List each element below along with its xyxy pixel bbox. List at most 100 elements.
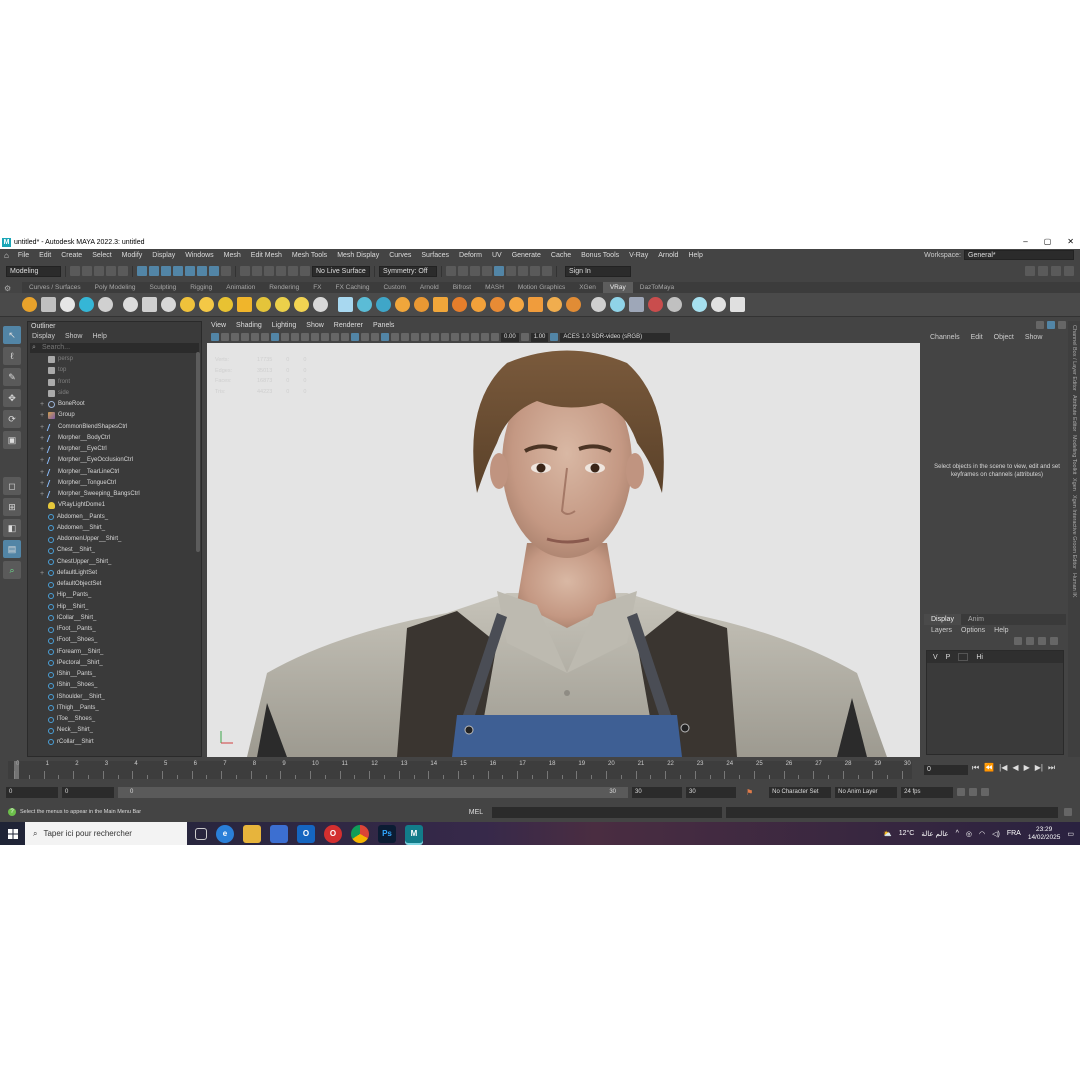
menu-mesh-display[interactable]: Mesh Display [332, 252, 384, 259]
menu-cache[interactable]: Cache [546, 252, 576, 259]
layer-tab-display[interactable]: Display [924, 614, 961, 625]
textured-icon[interactable] [381, 333, 389, 341]
chrome-icon[interactable] [351, 824, 369, 843]
workspace-dropdown[interactable]: General* [964, 250, 1074, 260]
network-icon[interactable]: ◎ [966, 830, 972, 838]
move-tool-icon[interactable]: ✥ [3, 389, 21, 407]
shelf-tool-icon[interactable] [41, 297, 56, 312]
default-material-icon[interactable] [361, 333, 369, 341]
xray-active-icon[interactable] [471, 333, 479, 341]
outliner-item[interactable]: + Morpher__TearLineCtrl [28, 467, 201, 478]
outliner-item[interactable]: lShin__Pants_ [28, 669, 201, 680]
motion-blur-icon[interactable] [421, 333, 429, 341]
shelf-tool-icon[interactable] [414, 297, 429, 312]
color-management-icon[interactable] [550, 333, 559, 341]
playback-start-field[interactable]: 0 [62, 786, 114, 798]
undo-icon[interactable] [106, 266, 116, 276]
safe-title-icon[interactable] [331, 333, 339, 341]
outliner-item[interactable]: Chest__Shirt_ [28, 545, 201, 556]
viewport-menu-show[interactable]: Show [306, 321, 324, 331]
outliner-item[interactable]: Hip__Shirt_ [28, 602, 201, 613]
history-icon[interactable] [446, 266, 456, 276]
save-scene-icon[interactable] [94, 266, 104, 276]
anim-layer-dropdown[interactable]: No Anim Layer [835, 786, 898, 798]
shelf-tool-icon[interactable] [256, 297, 271, 312]
language-indicator[interactable]: FRA [1007, 830, 1021, 837]
resolution-gate-icon[interactable] [291, 333, 299, 341]
sign-in-dropdown[interactable]: Sign In [565, 265, 631, 277]
outliner-item[interactable]: AbdomenUpper__Shirt_ [28, 534, 201, 545]
shelf-tab-custom[interactable]: Custom [376, 282, 412, 293]
snap-curve-icon[interactable] [252, 266, 262, 276]
outliner-item[interactable]: + BoneRoot [28, 399, 201, 410]
task-view-icon[interactable] [195, 827, 207, 840]
select-object-icon[interactable] [149, 266, 159, 276]
shelf-tool-icon[interactable] [395, 297, 410, 312]
menu-set-dropdown[interactable]: Modeling [6, 265, 61, 277]
toggle-channel-box-icon[interactable] [1064, 266, 1074, 276]
outliner-menu-help[interactable]: Help [92, 332, 106, 342]
outliner-item[interactable]: lShin__Shoes_ [28, 680, 201, 691]
step-back-key-icon[interactable]: ⏪ [984, 763, 994, 773]
shelf-tab-xgen[interactable]: XGen [572, 282, 603, 293]
wifi-icon[interactable]: ◠ [979, 830, 985, 838]
playback-end-field[interactable]: 30 [632, 786, 682, 798]
gamma-field[interactable]: 1.00 [530, 332, 549, 342]
outliner-item[interactable]: top [28, 365, 201, 376]
weather-temp[interactable]: 12°C [899, 830, 915, 837]
menu-bonus-tools[interactable]: Bonus Tools [576, 252, 624, 259]
shelf-tab-daztomaya[interactable]: DazToMaya [633, 282, 681, 293]
search-icon[interactable]: ⌕ [3, 561, 21, 579]
outliner-item[interactable]: + Morpher_Sweeping_BangsCtrl [28, 489, 201, 500]
toggle-tool-settings-icon[interactable] [1051, 266, 1061, 276]
outliner-item[interactable]: lFoot__Shoes_ [28, 635, 201, 646]
shelf-tool-icon[interactable] [528, 297, 543, 312]
new-scene-icon[interactable] [70, 266, 80, 276]
layer-menu-options[interactable]: Options [961, 625, 985, 636]
snap-view-icon[interactable] [276, 266, 286, 276]
expand-icon[interactable]: + [38, 568, 46, 579]
menu-mesh-tools[interactable]: Mesh Tools [287, 252, 332, 259]
outliner-item[interactable]: defaultObjectSet [28, 579, 201, 590]
shelf-tool-icon[interactable] [648, 297, 663, 312]
menu-v-ray[interactable]: V-Ray [624, 252, 653, 259]
side-tab-human-ik[interactable]: Human IK [1071, 573, 1077, 597]
shelf-tool-icon[interactable] [218, 297, 233, 312]
outliner-item[interactable]: lToe__Shoes_ [28, 714, 201, 725]
channel-box-toggle-icon[interactable] [1036, 321, 1044, 329]
new-layer-icon[interactable] [1038, 637, 1046, 645]
camera-attributes-icon[interactable] [221, 333, 229, 341]
layer-tab-anim[interactable]: Anim [961, 614, 991, 625]
shelf-tool-icon[interactable] [591, 297, 606, 312]
shelf-tool-icon[interactable] [161, 297, 176, 312]
layer-visibility-toggle[interactable]: V [933, 654, 938, 661]
viewport-menu-shading[interactable]: Shading [236, 321, 262, 331]
expand-icon[interactable]: + [38, 422, 46, 433]
snap-point-icon[interactable] [264, 266, 274, 276]
script-language-toggle[interactable]: MEL [460, 809, 492, 816]
menu-windows[interactable]: Windows [180, 252, 218, 259]
xray-joints-icon[interactable] [481, 333, 489, 341]
bookmark-icon[interactable] [231, 333, 239, 341]
expand-icon[interactable]: + [38, 467, 46, 478]
side-tab-modeling-toolkit[interactable]: Modeling Toolkit [1071, 435, 1077, 474]
menu-arnold[interactable]: Arnold [653, 252, 683, 259]
vray-render-icon[interactable] [494, 266, 504, 276]
layer-editor-toggle-icon[interactable] [1047, 321, 1055, 329]
film-gate-icon[interactable] [281, 333, 289, 341]
character-model[interactable] [207, 343, 920, 757]
shadows-icon[interactable] [401, 333, 409, 341]
field-chart-icon[interactable] [311, 333, 319, 341]
new-layer-selected-icon[interactable] [1050, 637, 1058, 645]
toggle-attribute-editor-icon[interactable] [1038, 266, 1048, 276]
shelf-tool-icon[interactable] [711, 297, 726, 312]
expand-icon[interactable]: + [38, 444, 46, 455]
exposure-field[interactable]: 0.00 [501, 332, 519, 342]
render-settings-icon[interactable] [482, 266, 492, 276]
channel-menu-object[interactable]: Object [994, 331, 1014, 345]
opera-icon[interactable]: O [324, 824, 342, 843]
outliner-item[interactable]: + Morpher__BodyCtrl [28, 433, 201, 444]
snap-grid-icon[interactable] [240, 266, 250, 276]
shelf-tool-icon[interactable] [199, 297, 214, 312]
shelf-tool-icon[interactable] [237, 297, 252, 312]
